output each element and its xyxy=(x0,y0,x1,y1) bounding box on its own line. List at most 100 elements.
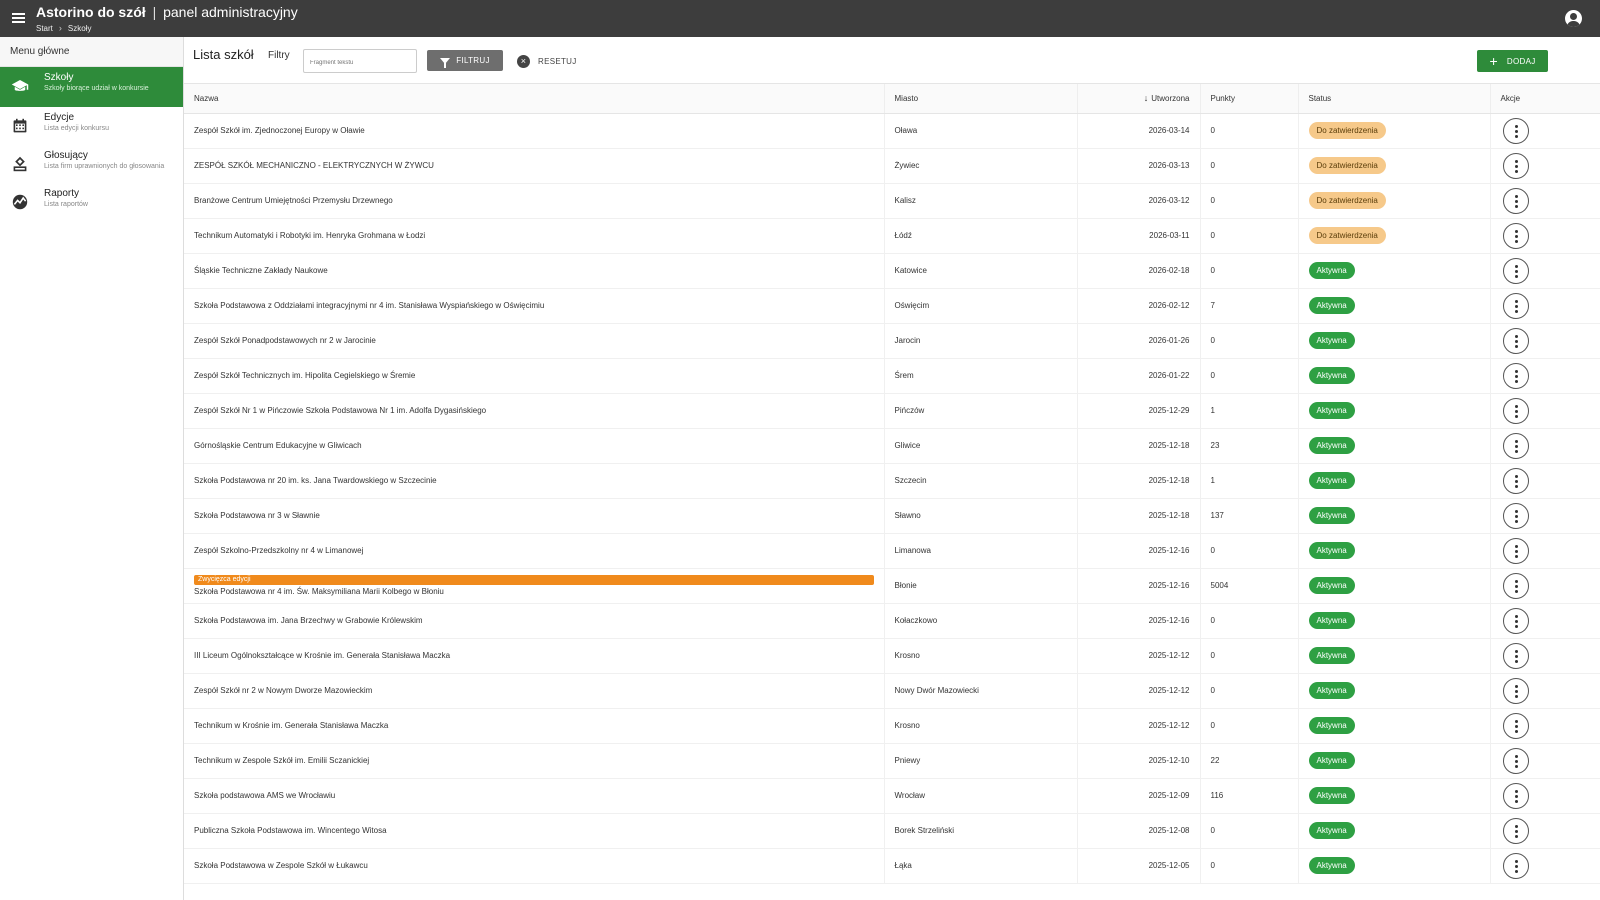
more-vert-icon[interactable] xyxy=(1502,607,1529,634)
cell-points: 22 xyxy=(1200,743,1299,779)
more-vert-icon[interactable] xyxy=(1502,502,1529,529)
more-vert-icon[interactable] xyxy=(1502,327,1529,354)
table-row[interactable]: ZESPÓŁ SZKÓŁ MECHANICZNO - ELEKTRYCZNYCH… xyxy=(184,148,1600,184)
table-row[interactable]: Zespół Szkół Technicznych im. Hipolita C… xyxy=(184,358,1600,394)
school-name: Szkoła podstawowa AMS we Wrocławiu xyxy=(194,791,336,800)
cell-city: Borek Strzeliński xyxy=(884,813,1078,849)
table-row[interactable]: Śląskie Techniczne Zakłady Naukowe Katowi… xyxy=(184,253,1600,289)
table-row[interactable]: III Liceum Ogólnokształcące w Krośnie im… xyxy=(184,638,1600,674)
cell-name: Szkoła Podstawowa nr 20 im. ks. Jana Twa… xyxy=(184,463,885,499)
cell-name: Szkoła podstawowa AMS we Wrocławiu xyxy=(184,778,885,814)
cell-created: 2025-12-09 xyxy=(1077,778,1201,814)
table-row[interactable]: Górnośląskie Centrum Edukacyjne w Gliwic… xyxy=(184,428,1600,464)
table-row[interactable]: Szkoła Podstawowa nr 3 w Sławnie Sławno 20… xyxy=(184,498,1600,534)
cell-status: Aktywna xyxy=(1298,778,1491,814)
table-row[interactable]: Szkoła Podstawowa nr 20 im. ks. Jana Twa… xyxy=(184,463,1600,499)
cell-city: Nowy Dwór Mazowiecki xyxy=(884,673,1078,709)
cell-actions xyxy=(1490,393,1600,429)
more-vert-icon[interactable] xyxy=(1502,222,1529,249)
cell-actions xyxy=(1490,113,1600,149)
cell-status: Aktywna xyxy=(1298,393,1491,429)
table-row[interactable]: Branżowe Centrum Umiejętności Przemysłu … xyxy=(184,183,1600,219)
cell-city: Katowice xyxy=(884,253,1078,289)
plus-icon: + xyxy=(1489,53,1498,69)
table-row[interactable]: Zespół Szkół Nr 1 w Pińczowie Szkoła Pod… xyxy=(184,393,1600,429)
sidebar-item-szkoly[interactable]: Szkoły Szkoły biorące udział w konkursie xyxy=(0,67,183,107)
cell-points: 7 xyxy=(1200,288,1299,324)
cell-name: Zespół Szkół im. Zjednoczonej Europy w O… xyxy=(184,113,885,149)
cell-status: Aktywna xyxy=(1298,323,1491,359)
column-header-points[interactable]: Punkty xyxy=(1200,84,1299,114)
table-row[interactable]: Szkoła Podstawowa im. Jana Brzechwy w Gr… xyxy=(184,603,1600,639)
search-input[interactable] xyxy=(303,49,417,73)
more-vert-icon[interactable] xyxy=(1502,397,1529,424)
table-row[interactable]: Zespół Szkół im. Zjednoczonej Europy w O… xyxy=(184,113,1600,149)
school-name: Technikum w Zespole Szkół im. Emilii Scz… xyxy=(194,756,370,765)
more-vert-icon[interactable] xyxy=(1502,432,1529,459)
sidebar-item-label: Edycje xyxy=(44,112,75,123)
sidebar-item-glosujacy[interactable]: Głosujący Lista firm uprawnionych do gło… xyxy=(0,145,183,183)
table-row[interactable]: Szkoła podstawowa AMS we Wrocławiu Wrocła… xyxy=(184,778,1600,814)
cell-created: 2026-02-18 xyxy=(1077,253,1201,289)
column-header-city[interactable]: Miasto xyxy=(884,84,1078,114)
sidebar-item-edycje[interactable]: Edycje Lista edycji konkursu xyxy=(0,107,183,145)
cell-status: Aktywna xyxy=(1298,743,1491,779)
cell-city: Krosno xyxy=(884,638,1078,674)
table-row[interactable]: Szkoła Podstawowa z Oddziałami integracy… xyxy=(184,288,1600,324)
name-wrap: Publiczna Szkoła Podstawowa im. Wincente… xyxy=(194,826,874,835)
cell-name: Szkoła Podstawowa z Oddziałami integracy… xyxy=(184,288,885,324)
cell-name: Górnośląskie Centrum Edukacyjne w Gliwic… xyxy=(184,428,885,464)
more-vert-icon[interactable] xyxy=(1502,257,1529,284)
breadcrumb-start[interactable]: Start xyxy=(36,24,53,33)
more-vert-icon[interactable] xyxy=(1502,642,1529,669)
table-row[interactable]: Zespół Szkół nr 2 w Nowym Dworze Mazowie… xyxy=(184,673,1600,709)
cell-name: Szkoła Podstawowa w Zespole Szkół w Łuka… xyxy=(184,848,885,884)
column-header-status[interactable]: Status xyxy=(1298,84,1491,114)
more-vert-icon[interactable] xyxy=(1502,747,1529,774)
more-vert-icon[interactable] xyxy=(1502,712,1529,739)
breadcrumb: Start › Szkoły xyxy=(36,23,91,33)
sidebar-item-label: Raporty xyxy=(44,188,80,199)
reset-button[interactable]: × RESETUJ xyxy=(517,52,577,70)
more-vert-icon[interactable] xyxy=(1502,467,1529,494)
more-vert-icon[interactable] xyxy=(1502,187,1529,214)
more-vert-icon[interactable] xyxy=(1502,362,1529,389)
table-row[interactable]: Zespół Szkół Ponadpodstawowych nr 2 w Ja… xyxy=(184,323,1600,359)
more-vert-icon[interactable] xyxy=(1502,852,1529,879)
status-badge: Aktywna xyxy=(1308,402,1355,419)
more-vert-icon[interactable] xyxy=(1502,817,1529,844)
cell-created: 2026-01-22 xyxy=(1077,358,1201,394)
column-header-created[interactable]: ↓ Utworzona xyxy=(1077,84,1201,114)
table-row[interactable]: Publiczna Szkoła Podstawowa im. Wincente… xyxy=(184,813,1600,849)
more-vert-icon[interactable] xyxy=(1502,572,1529,599)
sidebar-item-raporty[interactable]: Raporty Lista raportów xyxy=(0,183,183,221)
school-name: Technikum w Krośnie im. Generała Stanisł… xyxy=(194,721,389,730)
more-vert-icon[interactable] xyxy=(1502,292,1529,319)
more-vert-icon[interactable] xyxy=(1502,117,1529,144)
column-header-name[interactable]: Nazwa xyxy=(184,84,885,114)
status-badge: Do zatwierdzenia xyxy=(1308,227,1386,244)
sidebar-title: Menu główne xyxy=(0,37,183,67)
cell-created: 2026-03-14 xyxy=(1077,113,1201,149)
table-row[interactable]: Zespół Szkolno-Przedszkolny nr 4 w Liman… xyxy=(184,533,1600,569)
table-row[interactable]: Szkoła Podstawowa w Zespole Szkół w Łuka… xyxy=(184,848,1600,884)
title-separator: | xyxy=(152,4,157,20)
more-vert-icon[interactable] xyxy=(1502,537,1529,564)
add-button[interactable]: + DODAJ xyxy=(1477,50,1548,72)
cell-created: 2025-12-12 xyxy=(1077,708,1201,744)
more-vert-icon[interactable] xyxy=(1502,677,1529,704)
table-row[interactable]: Technikum Automatyki i Robotyki im. Henr… xyxy=(184,218,1600,254)
cell-created: 2026-03-13 xyxy=(1077,148,1201,184)
more-vert-icon[interactable] xyxy=(1502,152,1529,179)
table-row[interactable]: Zwycięzca edycji Szkoła Podstawowa nr 4 i… xyxy=(184,568,1600,604)
filter-button[interactable]: FILTRUJ xyxy=(427,50,503,71)
table-row[interactable]: Technikum w Zespole Szkół im. Emilii Scz… xyxy=(184,743,1600,779)
sidebar-item-description: Lista edycji konkursu xyxy=(44,125,109,132)
school-name: III Liceum Ogólnokształcące w Krośnie im… xyxy=(194,651,451,660)
more-vert-icon[interactable] xyxy=(1502,782,1529,809)
account-circle-icon[interactable] xyxy=(1565,10,1582,27)
filters-label: Filtry xyxy=(268,50,290,61)
table-row[interactable]: Technikum w Krośnie im. Generała Stanisł… xyxy=(184,708,1600,744)
cell-actions xyxy=(1490,568,1600,604)
hamburger-icon[interactable] xyxy=(8,7,30,29)
